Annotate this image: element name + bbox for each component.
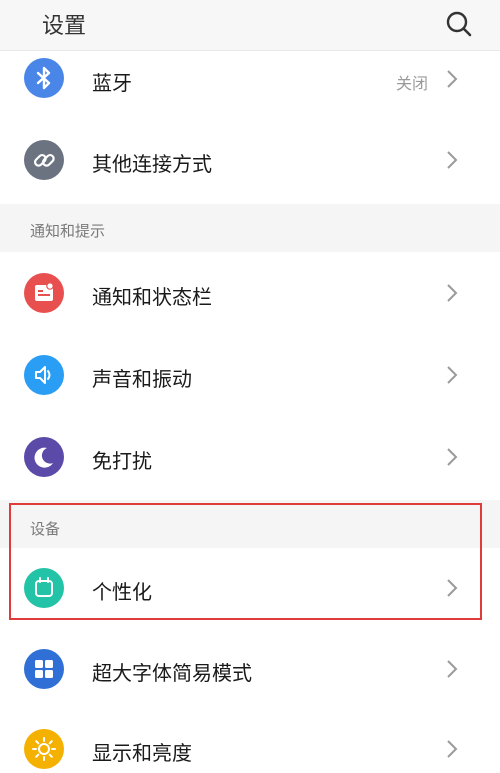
chevron-right-icon [447, 660, 458, 678]
setting-label: 超大字体简易模式 [92, 661, 252, 685]
chevron-right-icon [447, 151, 458, 169]
setting-row-personalization[interactable]: 个性化 [0, 548, 500, 628]
app-header: 设置 [0, 0, 500, 51]
setting-row-other-connections[interactable]: 其他连接方式 [0, 120, 500, 200]
section-header-device: 设备 [0, 500, 500, 548]
chevron-right-icon [447, 740, 458, 758]
bluetooth-icon [24, 58, 64, 98]
chevron-right-icon [447, 70, 458, 88]
link-icon [24, 140, 64, 180]
setting-row-notification-bar[interactable]: 通知和状态栏 [0, 252, 500, 334]
setting-row-simple-mode[interactable]: 超大字体简易模式 [0, 628, 500, 710]
chevron-right-icon [447, 579, 458, 597]
notification-icon [24, 273, 64, 313]
setting-label: 其他连接方式 [92, 152, 212, 176]
settings-page: 设置 蓝牙 关闭 其他连接方式 通知和提示 通知和状态栏 声音和振动 免打扰 设… [0, 0, 500, 773]
setting-label: 个性化 [92, 580, 152, 604]
chevron-right-icon [447, 366, 458, 384]
theme-icon [24, 568, 64, 608]
section-label: 通知和提示 [30, 222, 106, 240]
chevron-right-icon [447, 284, 458, 302]
setting-label: 通知和状态栏 [92, 285, 212, 309]
setting-label: 声音和振动 [92, 367, 192, 391]
moon-icon [24, 437, 64, 477]
sun-icon [24, 729, 64, 769]
setting-label: 蓝牙 [92, 71, 132, 95]
setting-label: 免打扰 [92, 449, 152, 473]
speaker-icon [24, 355, 64, 395]
search-icon[interactable] [444, 9, 474, 39]
setting-row-do-not-disturb[interactable]: 免打扰 [0, 416, 500, 498]
grid-icon [24, 649, 64, 689]
setting-status: 关闭 [395, 74, 428, 93]
chevron-right-icon [447, 448, 458, 466]
page-title: 设置 [42, 14, 87, 39]
setting-row-display-brightness[interactable]: 显示和亮度 [0, 710, 500, 773]
setting-row-sound-vibration[interactable]: 声音和振动 [0, 334, 500, 416]
section-label: 设备 [30, 520, 61, 538]
setting-label: 显示和亮度 [92, 741, 192, 765]
section-header-notifications: 通知和提示 [0, 204, 500, 252]
setting-row-bluetooth[interactable]: 蓝牙 关闭 [0, 51, 500, 107]
